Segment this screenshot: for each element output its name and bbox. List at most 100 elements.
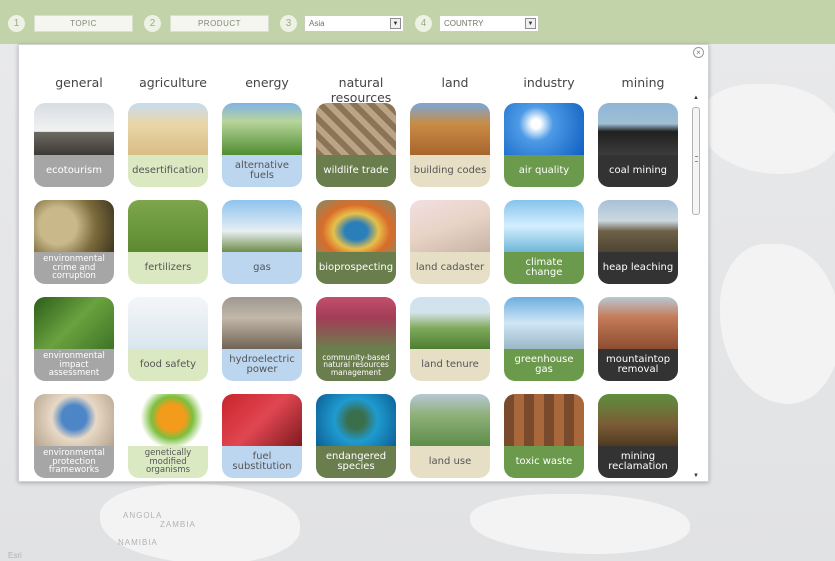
topic-tile-label: food safety (128, 349, 208, 381)
topic-tile-label: land use (410, 446, 490, 478)
topic-tile-air-quality[interactable]: air quality (504, 103, 584, 187)
scrollbar-grip-icon (695, 156, 698, 162)
topic-tile-label: wildlife trade (316, 155, 396, 187)
topic-tile-label: environmental crime and corruption (34, 252, 114, 284)
topic-tile-climate-change[interactable]: climate change (504, 200, 584, 284)
topic-tile-endangered-species[interactable]: endangered species (316, 394, 396, 478)
blue-sky-icon (504, 103, 584, 155)
gloved-hands-grapes-icon (128, 297, 208, 349)
topic-tile-label: coal mining (598, 155, 678, 187)
topic-tile-label: alternative fuels (222, 155, 302, 187)
topic-tile-toxic-waste[interactable]: toxic waste (504, 394, 584, 478)
topic-tile-label: land cadaster (410, 252, 490, 284)
scroll-down-arrow-icon[interactable]: ▼ (692, 473, 700, 479)
storage-tanks-icon (222, 200, 302, 252)
topic-tile-label: mountaintop removal (598, 349, 678, 381)
topic-tile-label: environmental protection frameworks (34, 446, 114, 478)
topic-tile-desertification[interactable]: desertification (128, 103, 208, 187)
column-header-land: land (441, 75, 469, 90)
topic-tile-wildlife-trade[interactable]: wildlife trade (316, 103, 396, 187)
close-icon[interactable]: × (693, 47, 704, 58)
scroll-up-arrow-icon[interactable]: ▲ (692, 95, 700, 101)
region-select[interactable]: Asia ▼ (304, 15, 404, 32)
topic-tile-bioprospecting[interactable]: bioprospecting (316, 200, 396, 284)
topic-tile-label: gas (222, 252, 302, 284)
topic-tile-label: community-based natural resources manage… (316, 349, 396, 381)
topic-tile-label: hydroelectric power (222, 349, 302, 381)
chevron-down-icon[interactable]: ▼ (390, 18, 401, 29)
smokestacks-icon (504, 297, 584, 349)
topic-tile-label: greenhouse gas (504, 349, 584, 381)
step-1-badge: 1 (8, 15, 25, 32)
topic-tile-mining-reclamation[interactable]: mining reclamation (598, 394, 678, 478)
map-landmass (700, 84, 835, 174)
topic-tile-environmental-crime-and-corruption[interactable]: environmental crime and corruption (34, 200, 114, 284)
topic-tile-label: heap leaching (598, 252, 678, 284)
topic-tile-land-use[interactable]: land use (410, 394, 490, 478)
scrollbar-thumb[interactable] (692, 107, 700, 215)
topic-tile-food-safety[interactable]: food safety (128, 297, 208, 381)
topic-tile-label: land tenure (410, 349, 490, 381)
topic-tile-heap-leaching[interactable]: heap leaching (598, 200, 678, 284)
topic-tile-environmental-impact-assessment[interactable]: environmental impact assessment (34, 297, 114, 381)
earth-in-hands-icon (34, 394, 114, 446)
topic-tile-environmental-protection-frameworks[interactable]: environmental protection frameworks (34, 394, 114, 478)
topic-tile-land-cadaster[interactable]: land cadaster (410, 200, 490, 284)
map-landmass (720, 244, 835, 404)
sand-dune-icon (128, 103, 208, 155)
farmer-spraying-icon (128, 200, 208, 252)
snakeskin-icon (316, 103, 396, 155)
step-2-badge: 2 (144, 15, 161, 32)
leaf-icon (34, 297, 114, 349)
hot-spring-icon (316, 200, 396, 252)
topic-picker-modal: × general agriculture energy natural resour… (18, 44, 709, 482)
topic-tile-label: mining reclamation (598, 446, 678, 478)
column-header-agriculture: agriculture (139, 75, 207, 90)
topic-tile-greenhouse-gas[interactable]: greenhouse gas (504, 297, 584, 381)
topic-tile-label: fuel substitution (222, 446, 302, 478)
topic-tile-building-codes[interactable]: building codes (410, 103, 490, 187)
topic-tile-label: building codes (410, 155, 490, 187)
filter-bar: 1 TOPIC 2 PRODUCT 3 Asia ▼ 4 COUNTRY ▼ (0, 0, 835, 44)
topic-tile-land-tenure[interactable]: land tenure (410, 297, 490, 381)
step-4-badge: 4 (415, 15, 432, 32)
topic-tile-community-based-natural-resources-management[interactable]: community-based natural resources manage… (316, 297, 396, 381)
column-header-natural-resources: natural resources (330, 75, 392, 105)
chevron-down-icon[interactable]: ▼ (525, 18, 536, 29)
corn-field-icon (222, 103, 302, 155)
product-filter[interactable]: PRODUCT (170, 15, 269, 32)
topic-tile-label: environmental impact assessment (34, 349, 114, 381)
map-label-angola: ANGOLA (123, 511, 163, 520)
topic-tile-mountaintop-removal[interactable]: mountaintop removal (598, 297, 678, 381)
house-frame-icon (410, 103, 490, 155)
pipe-discharge-icon (34, 200, 114, 252)
topic-tile-label: fertilizers (128, 252, 208, 284)
survey-map-icon (410, 200, 490, 252)
map-label-zambia: ZAMBIA (160, 520, 196, 529)
topic-tile-coal-mining[interactable]: coal mining (598, 103, 678, 187)
topic-tile-fuel-substitution[interactable]: fuel substitution (222, 394, 302, 478)
dam-icon (222, 297, 302, 349)
sea-turtle-icon (316, 394, 396, 446)
topic-tile-fertilizers[interactable]: fertilizers (128, 200, 208, 284)
vertical-scrollbar[interactable]: ▲ ▼ (692, 95, 700, 479)
topic-tile-label: endangered species (316, 446, 396, 478)
topic-tile-genetically-modified-organisms[interactable]: genetically modified organisms (128, 394, 208, 478)
topic-filter[interactable]: TOPIC (34, 15, 133, 32)
topic-tile-alternative-fuels[interactable]: alternative fuels (222, 103, 302, 187)
topic-tile-label: toxic waste (504, 446, 584, 478)
open-pit-mine-icon (598, 297, 678, 349)
step-3-badge: 3 (280, 15, 297, 32)
column-header-mining: mining (621, 75, 665, 90)
map-landmass (470, 494, 690, 554)
topic-tile-gas[interactable]: gas (222, 200, 302, 284)
map-landmass (100, 484, 300, 561)
coal-pile-icon (598, 103, 678, 155)
topic-tile-label: ecotourism (34, 155, 114, 187)
topic-tile-ecotourism[interactable]: ecotourism (34, 103, 114, 187)
country-select[interactable]: COUNTRY ▼ (439, 15, 539, 32)
planting-seedling-icon (598, 394, 678, 446)
map-label-namibia: NAMIBIA (118, 538, 158, 547)
fuel-nozzle-icon (222, 394, 302, 446)
topic-tile-hydroelectric-power[interactable]: hydroelectric power (222, 297, 302, 381)
